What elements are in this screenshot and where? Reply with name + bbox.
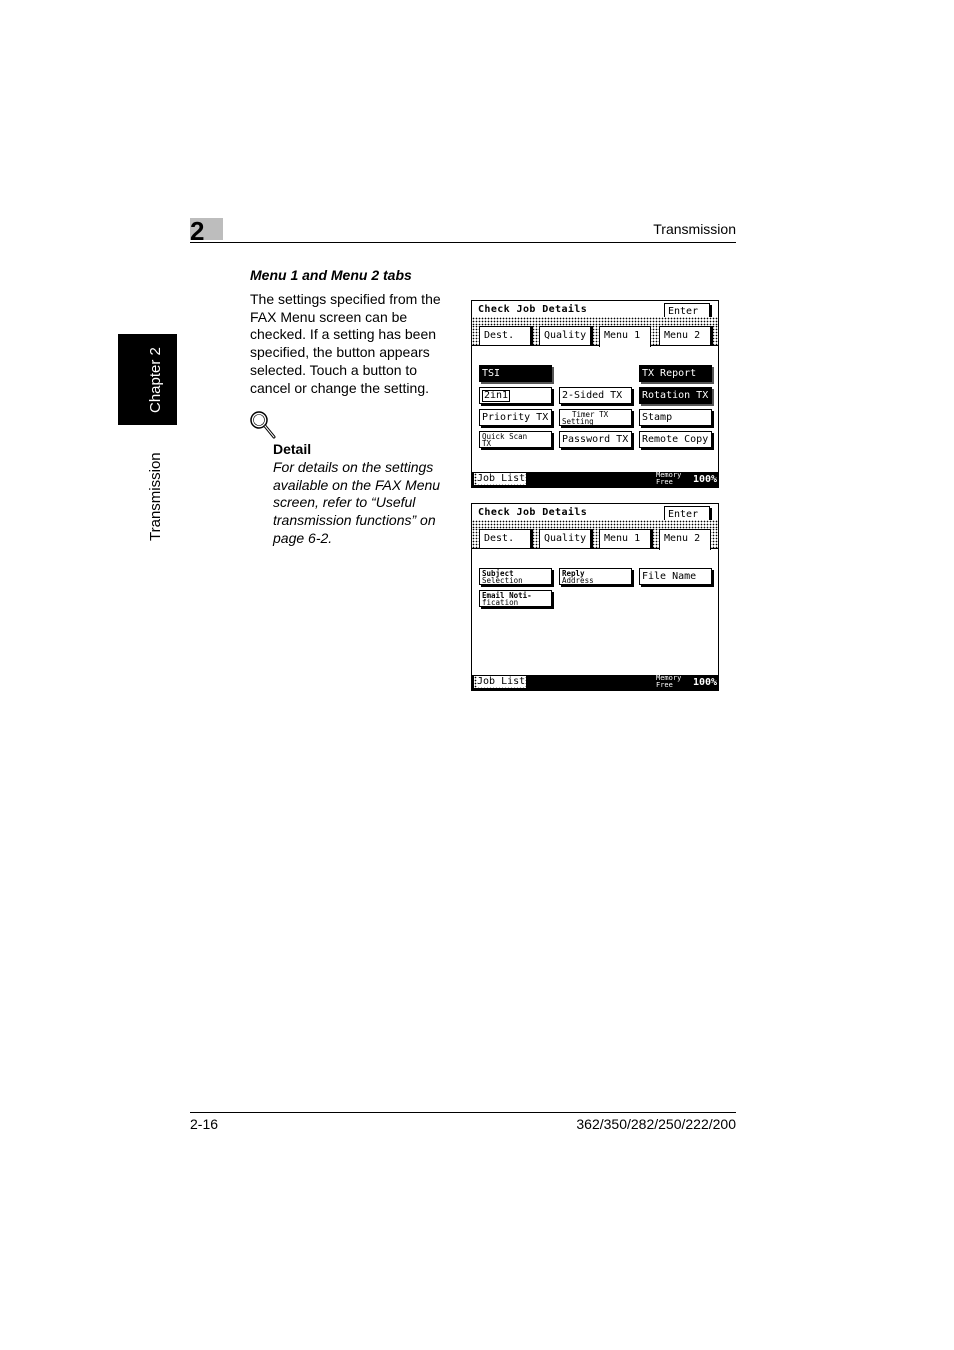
file-name-button[interactable]: File Name bbox=[639, 568, 712, 585]
side-tab-chapter-label: Chapter 2 bbox=[147, 347, 164, 413]
tab-dest[interactable]: Dest. bbox=[479, 326, 531, 345]
header-title: Transmission bbox=[653, 221, 736, 237]
email-line-2: fication bbox=[482, 598, 519, 607]
tab-strip bbox=[472, 317, 718, 325]
screen-footer: Job List Memory Free 100% bbox=[472, 675, 718, 690]
2in1-label: 2in1 bbox=[482, 390, 511, 402]
memory-percent: 100% bbox=[693, 474, 718, 485]
memory-label: Memory Free bbox=[656, 675, 681, 689]
screen-title: Check Job Details bbox=[478, 304, 588, 315]
tsi-button[interactable]: TSI bbox=[479, 365, 552, 382]
header-rule bbox=[190, 242, 736, 243]
timer-tx-line-2: Setting bbox=[562, 417, 594, 426]
job-list-button[interactable]: Job List bbox=[474, 676, 526, 688]
rotation-tx-button[interactable]: Rotation TX bbox=[639, 387, 712, 404]
model-numbers: 362/350/282/250/222/200 bbox=[576, 1116, 736, 1132]
tab-quality[interactable]: Quality bbox=[539, 529, 591, 548]
reply-line-2: Address bbox=[562, 576, 594, 585]
timer-tx-setting-button[interactable]: Timer TX Setting bbox=[559, 409, 632, 426]
memory-label: Memory Free bbox=[656, 472, 681, 486]
tab-rule bbox=[472, 345, 718, 346]
remote-copy-button[interactable]: Remote Copy bbox=[639, 431, 712, 448]
screen-footer: Job List Memory Free 100% bbox=[472, 472, 718, 487]
quick-scan-tx-button[interactable]: Quick Scan TX bbox=[479, 431, 552, 448]
memory-percent: 100% bbox=[693, 677, 718, 688]
memory-label-line-2: Free bbox=[656, 478, 673, 486]
tab-menu-2[interactable]: Menu 2 bbox=[659, 529, 711, 550]
tab-menu-1[interactable]: Menu 1 bbox=[599, 529, 651, 548]
intro-paragraph: The settings specified from the FAX Menu… bbox=[250, 291, 441, 396]
tab-quality[interactable]: Quality bbox=[539, 326, 591, 345]
menu1-screen: Check Job Details Enter Dest. Quality Me… bbox=[471, 300, 719, 488]
menu2-screen: Check Job Details Enter Dest. Quality Me… bbox=[471, 503, 719, 691]
2in1-button[interactable]: 2in1 bbox=[479, 387, 552, 404]
email-notification-button[interactable]: Email Noti- fication bbox=[479, 590, 552, 607]
screen-title: Check Job Details bbox=[478, 507, 588, 518]
side-tab-section-label: Transmission bbox=[147, 452, 164, 541]
job-list-label: Job List bbox=[477, 473, 526, 484]
subject-line-2: Selection bbox=[482, 576, 523, 585]
tab-strip bbox=[472, 520, 718, 528]
page-number: 2-16 bbox=[190, 1116, 219, 1132]
tab-menu-2[interactable]: Menu 2 bbox=[659, 326, 711, 345]
quick-scan-line-2: TX bbox=[482, 439, 492, 448]
tab-dest[interactable]: Dest. bbox=[479, 529, 531, 548]
job-list-label: Job List bbox=[477, 676, 526, 687]
footer-rule bbox=[190, 1112, 736, 1113]
password-tx-button[interactable]: Password TX bbox=[559, 431, 632, 448]
job-list-button[interactable]: Job List bbox=[474, 473, 526, 485]
enter-button[interactable]: Enter bbox=[664, 506, 710, 521]
detail-label: Detail bbox=[273, 441, 312, 457]
tab-menu-1[interactable]: Menu 1 bbox=[599, 326, 651, 347]
enter-button[interactable]: Enter bbox=[664, 303, 710, 318]
subject-selection-button[interactable]: Subject Selection bbox=[479, 568, 552, 585]
reply-address-button[interactable]: Reply Address bbox=[559, 568, 632, 585]
quick-scan-line-1: Quick Scan bbox=[482, 432, 528, 441]
2-sided-tx-button[interactable]: 2-Sided TX bbox=[559, 387, 632, 404]
detail-text: For details on the settings available on… bbox=[273, 459, 441, 546]
stamp-button[interactable]: Stamp bbox=[639, 409, 712, 426]
priority-tx-button[interactable]: Priority TX bbox=[479, 409, 552, 426]
memory-label-line-2: Free bbox=[656, 681, 673, 689]
tx-report-button[interactable]: TX Report bbox=[639, 365, 712, 382]
section-heading: Menu 1 and Menu 2 tabs bbox=[250, 267, 412, 283]
